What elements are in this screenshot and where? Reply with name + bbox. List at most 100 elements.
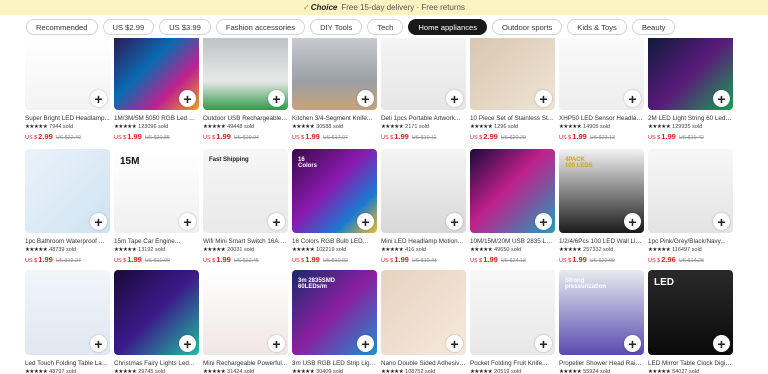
product-title[interactable]: 1pc Bathroom Waterproof Wa... (25, 238, 110, 245)
add-to-cart-button[interactable]: + (268, 90, 285, 107)
add-to-cart-button[interactable]: + (179, 213, 196, 230)
add-to-cart-button[interactable]: + (624, 213, 641, 230)
product-title[interactable]: 15m Tape Car Engine... (114, 238, 199, 245)
product-title[interactable]: Mini LED Headlamp Motion... (381, 238, 466, 245)
product-image[interactable]: + (470, 38, 555, 110)
product-card[interactable]: + Christmas Fairy Lights Led... ★★★★★ 29745… (114, 270, 199, 374)
product-title[interactable]: Pocket Folding Fruit Knife... (470, 360, 555, 367)
add-to-cart-button[interactable]: + (357, 90, 374, 107)
product-image[interactable]: + (470, 270, 555, 355)
add-to-cart-button[interactable]: + (535, 90, 552, 107)
add-to-cart-button[interactable]: + (90, 213, 107, 230)
product-image[interactable]: + (114, 38, 199, 110)
tab-beauty[interactable]: Beauty (631, 19, 676, 35)
product-card[interactable]: + Pocket Folding Fruit Knife... ★★★★★ 20519… (470, 270, 555, 374)
product-card[interactable]: 15M +15m Tape Car Engine... ★★★★★ 13192 sol… (114, 149, 199, 270)
product-title[interactable]: Mini Rechargeable Powerful... (203, 360, 288, 367)
product-title[interactable]: 2M LED Light String 60 Leds... (648, 115, 733, 122)
product-title[interactable]: Kitchen 3/4-Segment Knife... (292, 115, 377, 122)
add-to-cart-button[interactable]: + (535, 335, 552, 352)
product-image[interactable]: + (648, 38, 733, 110)
product-image[interactable]: 15M + (114, 149, 199, 233)
add-to-cart-button[interactable]: + (535, 213, 552, 230)
product-title[interactable]: Nano Double Sided Adhesive... (381, 360, 466, 367)
product-image[interactable]: + (203, 38, 288, 110)
product-image[interactable]: + (25, 270, 110, 355)
product-card[interactable]: LED + LED Mirror Table Clock Digital... ★★★… (648, 270, 733, 374)
product-title[interactable]: Wifi Mini Smart Switch 16A Di... (203, 238, 288, 245)
tab-kids-toys[interactable]: Kids & Toys (567, 19, 627, 35)
add-to-cart-button[interactable]: + (268, 335, 285, 352)
product-image[interactable]: + (381, 270, 466, 355)
product-image[interactable]: 4PACK 100 LEDS + (559, 149, 644, 233)
tab-outdoor-sports[interactable]: Outdoor sports (492, 19, 563, 35)
product-card[interactable]: + Deli 1pcs Portable Artwork... ★★★★★ 2171 … (381, 38, 466, 149)
product-image[interactable]: + (381, 38, 466, 110)
product-image[interactable]: 16 Colors + (292, 149, 377, 233)
product-card[interactable]: +1pc Bathroom Waterproof Wa... ★★★★★ 48739… (25, 149, 110, 270)
product-card[interactable]: +10 Piece Set of Stainless Steel... ★★★★★… (470, 38, 555, 149)
add-to-cart-button[interactable]: + (357, 213, 374, 230)
add-to-cart-button[interactable]: + (179, 90, 196, 107)
product-image[interactable]: Fast Shipping + (203, 149, 288, 233)
product-image[interactable]: + (25, 149, 110, 233)
add-to-cart-button[interactable]: + (268, 213, 285, 230)
product-title[interactable]: Christmas Fairy Lights Led... (114, 360, 199, 367)
product-title[interactable]: LED Mirror Table Clock Digital... (648, 360, 733, 367)
add-to-cart-button[interactable]: + (713, 213, 730, 230)
product-title[interactable]: 1/2/4/6Pcs 100 LED Wall Light... (559, 238, 644, 245)
product-card[interactable]: + Mini LED Headlamp Motion... ★★★★★ 416 sol… (381, 149, 466, 270)
product-title[interactable]: Propeller Shower Head Rainfa... (559, 360, 644, 367)
add-to-cart-button[interactable]: + (90, 90, 107, 107)
product-card[interactable]: + XHP50 LED Sensor Headlamp... ★★★★★ 14905 … (559, 38, 644, 149)
product-image[interactable]: + (292, 38, 377, 110)
product-title[interactable]: 1M/3M/5M 5050 RGB Led Stri... (114, 115, 199, 122)
product-title[interactable]: XHP50 LED Sensor Headlamp... (559, 115, 644, 122)
product-title[interactable]: 10 Piece Set of Stainless Steel... (470, 115, 555, 122)
product-card[interactable]: +1pc Pink/Grey/Black/Navy... ★★★★★ 116497 … (648, 149, 733, 270)
add-to-cart-button[interactable]: + (624, 90, 641, 107)
product-image[interactable]: Strong pressurization + (559, 270, 644, 355)
tab-recommended[interactable]: Recommended (26, 19, 98, 35)
product-card[interactable]: + Kitchen 3/4-Segment Knife... ★★★★★ 30588 … (292, 38, 377, 149)
product-card[interactable]: +1M/3M/5M 5050 RGB Led Stri... ★★★★★ 12309… (114, 38, 199, 149)
product-image[interactable]: LED + (648, 270, 733, 355)
product-card[interactable]: + Mini Rechargeable Powerful... ★★★★★ 31424… (203, 270, 288, 374)
product-card[interactable]: Fast Shipping + Wifi Mini Smart Switch 16A… (203, 149, 288, 270)
product-image[interactable]: + (203, 270, 288, 355)
product-card[interactable]: +10M/15M/20M USB 2835 LED... ★★★★★ 49650 s… (470, 149, 555, 270)
product-title[interactable]: 16 Colors RGB Bulb LED... (292, 238, 377, 245)
product-image[interactable]: + (25, 38, 110, 110)
tab-tech[interactable]: Tech (367, 19, 404, 35)
add-to-cart-button[interactable]: + (713, 335, 730, 352)
add-to-cart-button[interactable]: + (446, 213, 463, 230)
product-title[interactable]: Led Touch Folding Table Lam... (25, 360, 110, 367)
product-title[interactable]: Deli 1pcs Portable Artwork... (381, 115, 466, 122)
product-image[interactable]: + (114, 270, 199, 355)
add-to-cart-button[interactable]: + (357, 335, 374, 352)
add-to-cart-button[interactable]: + (179, 335, 196, 352)
product-card[interactable]: + Nano Double Sided Adhesive... ★★★★★ 10875… (381, 270, 466, 374)
tab-fashion-accessories[interactable]: Fashion accessories (215, 19, 306, 35)
product-card[interactable]: + Outdoor USB Rechargeable LE... ★★★★★ 4944… (203, 38, 288, 149)
product-title[interactable]: 3m USB RGB LED Strip Light... (292, 360, 377, 367)
product-title[interactable]: 1pc Pink/Grey/Black/Navy... (648, 238, 733, 245)
product-card[interactable]: + Led Touch Folding Table Lam... ★★★★★ 4879… (25, 270, 110, 374)
product-image[interactable]: + (381, 149, 466, 233)
tab-diy-tools[interactable]: DIY Tools (310, 19, 363, 35)
add-to-cart-button[interactable]: + (624, 335, 641, 352)
product-title[interactable]: 10M/15M/20M USB 2835 LED... (470, 238, 555, 245)
product-card[interactable]: 4PACK 100 LEDS + 1/2/4/6Pcs 100 LED Wall L… (559, 149, 644, 270)
product-title[interactable]: Super Bright LED Headlamp... (25, 115, 110, 122)
product-card[interactable]: Strong pressurization + Propeller Shower H… (559, 270, 644, 374)
tab-home-appliances[interactable]: Home appliances (408, 19, 488, 35)
add-to-cart-button[interactable]: + (446, 335, 463, 352)
product-image[interactable]: + (470, 149, 555, 233)
tab-us-3-99[interactable]: US $3.99 (159, 19, 211, 35)
product-card[interactable]: +2M LED Light String 60 Leds... ★★★★★ 1299… (648, 38, 733, 149)
product-card[interactable]: + Super Bright LED Headlamp... ★★★★★ 7944 s… (25, 38, 110, 149)
product-card[interactable]: 16 Colors +16 Colors RGB Bulb LED... ★★★★★… (292, 149, 377, 270)
add-to-cart-button[interactable]: + (90, 335, 107, 352)
product-card[interactable]: 3m 2835SMD 60LEDs/m +3m USB RGB LED Strip… (292, 270, 377, 374)
product-title[interactable]: Outdoor USB Rechargeable LE... (203, 115, 288, 122)
